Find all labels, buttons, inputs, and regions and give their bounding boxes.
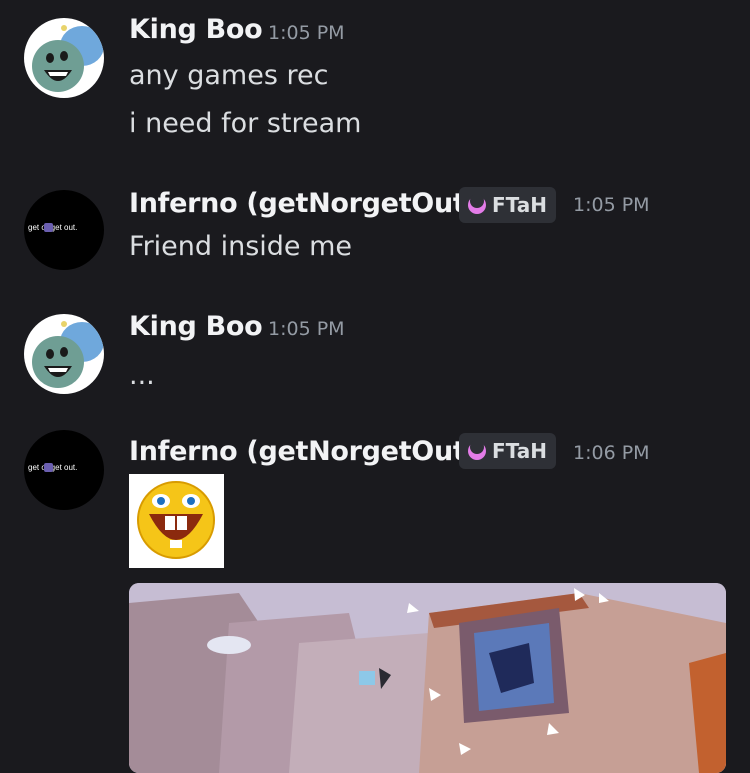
server-tag-label: FTaH (492, 193, 547, 217)
username[interactable]: Inferno (getNorgetOut) (129, 436, 478, 467)
inferno-avatar[interactable]: get or get out. (24, 430, 104, 510)
server-tag[interactable]: FTaH (459, 187, 556, 223)
moon-badge-icon (468, 440, 486, 460)
image-attachment[interactable] (129, 583, 726, 773)
timestamp: 1:05 PM (268, 318, 345, 340)
message-line: any games rec (129, 60, 329, 91)
server-tag-label: FTaH (492, 439, 547, 463)
message-line: i need for stream (129, 108, 362, 139)
username[interactable]: Inferno (getNorgetOut) (129, 188, 478, 219)
king-boo-avatar[interactable] (24, 314, 104, 394)
globe-icon (44, 223, 53, 232)
message-line: ... (129, 360, 155, 391)
timestamp: 1:06 PM (573, 442, 650, 464)
message-king-boo-2: King Boo 1:05 PM ... (0, 300, 750, 420)
custom-emoji-grin[interactable] (129, 474, 224, 568)
inferno-avatar[interactable]: get or get out. (24, 190, 104, 270)
king-boo-avatar[interactable] (24, 18, 104, 98)
grinning-face-icon (137, 481, 215, 559)
boo-face-icon (32, 321, 104, 388)
message-inferno-1: get or get out. Inferno (getNorgetOut) F… (0, 170, 750, 300)
timestamp: 1:05 PM (268, 22, 345, 44)
globe-icon (44, 463, 53, 472)
game-screenshot-image (129, 583, 726, 773)
moon-badge-icon (468, 194, 486, 214)
username[interactable]: King Boo (129, 311, 263, 342)
timestamp: 1:05 PM (573, 194, 650, 216)
server-tag[interactable]: FTaH (459, 433, 556, 469)
message-king-boo-1: King Boo 1:05 PM any games rec i need fo… (0, 0, 750, 170)
username[interactable]: King Boo (129, 14, 263, 45)
boo-face-icon (32, 25, 104, 92)
message-line: Friend inside me (129, 231, 353, 262)
